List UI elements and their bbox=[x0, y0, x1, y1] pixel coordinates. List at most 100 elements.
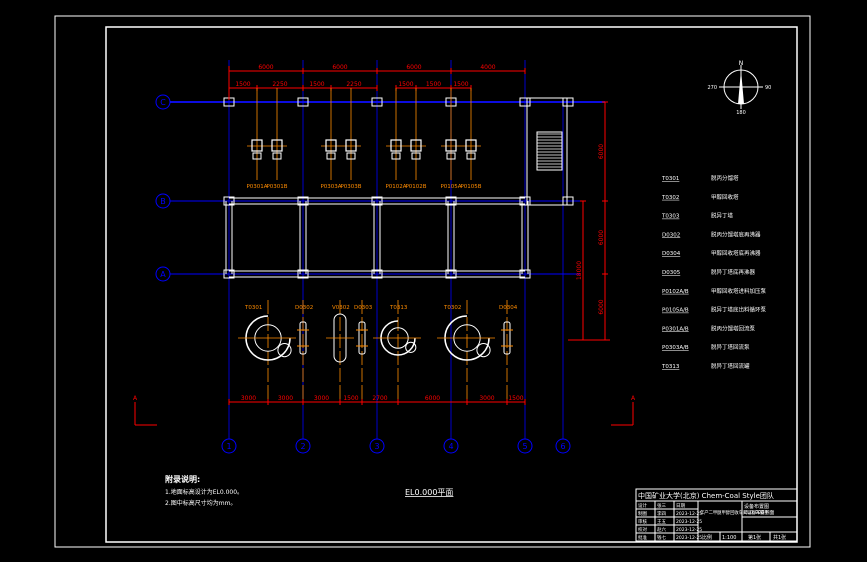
bottom-dimension-text: 1500 bbox=[508, 395, 523, 402]
title-block-cell: 赵六 bbox=[657, 526, 666, 533]
legend-code: D0305 bbox=[662, 270, 681, 276]
tower-nozzle bbox=[277, 343, 292, 358]
compass-west: 270 bbox=[707, 85, 717, 91]
legend-code: P0105A/B bbox=[662, 308, 689, 314]
pump-label: P0301A bbox=[246, 184, 267, 190]
axis-label: C bbox=[160, 98, 166, 107]
section-mark-right-label: A bbox=[631, 395, 636, 402]
legend-code: P0301A/B bbox=[662, 326, 689, 332]
outer-frame bbox=[54, 15, 811, 548]
axis-label: 2 bbox=[300, 442, 305, 451]
legend-description: 脱丙分馏塔 bbox=[711, 174, 739, 182]
axis-label: 6 bbox=[560, 442, 565, 451]
compass-east: 90 bbox=[765, 85, 771, 91]
legend-code: D0302 bbox=[662, 232, 680, 238]
title-block-cell: 2023-12-25 bbox=[676, 519, 702, 525]
bottom-dimension-text: 6000 bbox=[425, 395, 440, 402]
title-block-cell: 2023-12-25 bbox=[676, 535, 702, 541]
pump-label: P0102B bbox=[405, 184, 426, 190]
top-dimension-text: 6000 bbox=[258, 64, 273, 71]
legend-code: D0304 bbox=[662, 251, 681, 257]
top-dimension-text: 4000 bbox=[480, 64, 495, 71]
top-dimension-text: 6000 bbox=[332, 64, 347, 71]
bottom-dimension-text: 3000 bbox=[278, 395, 293, 402]
bottom-dimension-text: 3000 bbox=[241, 395, 256, 402]
title-block-drawing-name: 设备布置图 bbox=[744, 503, 769, 510]
legend-description: 脱异丁塔回流泵 bbox=[711, 343, 750, 351]
axis-label: 3 bbox=[374, 442, 379, 451]
legend-code: T0303 bbox=[661, 214, 680, 220]
legend-description: 脱丙分馏塔回流泵 bbox=[711, 324, 756, 332]
sheet-total: 共1张 bbox=[773, 534, 786, 541]
sub-dimension-text: 1500 bbox=[309, 81, 324, 88]
pump-label: P0105A bbox=[440, 184, 461, 190]
equipment-label: T0313 bbox=[389, 305, 408, 311]
axis-label: 4 bbox=[448, 442, 453, 451]
bottom-dimension-text: 2700 bbox=[372, 395, 387, 402]
pump-label: P0303A bbox=[320, 184, 341, 190]
note-line: 1.地面标高设计为EL0.000。 bbox=[165, 488, 243, 496]
title-block-school: 中国矿业大学(北京) Chem-Coal Style团队 bbox=[638, 491, 774, 500]
title-block-cell: 制图 bbox=[638, 510, 647, 517]
legend-description: 脱异丁塔底再沸器 bbox=[711, 268, 756, 276]
right-dimension-text: 6000 bbox=[598, 299, 605, 314]
sub-dimension-text: 1500 bbox=[235, 81, 250, 88]
legend-description: 脱丙分馏塔底再沸器 bbox=[711, 230, 761, 238]
title-block-cell: 2023-12-25 bbox=[676, 511, 702, 517]
right-dimension-text: 6000 bbox=[598, 144, 605, 159]
drawing-title: EL0.000平面 bbox=[405, 488, 453, 497]
legend-description: 甲醇回收塔底再沸器 bbox=[711, 249, 761, 257]
top-dimension-text: 6000 bbox=[406, 64, 421, 71]
compass-south: 180 bbox=[736, 110, 746, 116]
axis-label: 1 bbox=[226, 442, 231, 451]
equipment-label: D0303 bbox=[354, 305, 373, 311]
sub-dimension-text: 2250 bbox=[272, 81, 287, 88]
pump-label: P0303B bbox=[340, 184, 361, 190]
title-block-cell: 日期 bbox=[676, 503, 685, 509]
title-block-cell: 张三 bbox=[657, 502, 666, 509]
compass-north: N bbox=[739, 60, 744, 67]
title-block-cell: 钱七 bbox=[657, 534, 666, 541]
bottom-dimension-text: 3000 bbox=[479, 395, 494, 402]
title-block-cell: 设计 bbox=[638, 502, 647, 509]
tower-nozzle bbox=[476, 343, 491, 358]
axis-label: A bbox=[160, 270, 166, 279]
title-block-cell: 批准 bbox=[638, 534, 647, 541]
legend-code: T0313 bbox=[661, 364, 680, 370]
title-block-cell: 2023-12-25 bbox=[676, 527, 702, 533]
legend-code: T0301 bbox=[661, 176, 679, 182]
equipment-label: T0301 bbox=[244, 305, 262, 311]
title-block-cell: 李四 bbox=[657, 510, 666, 517]
right-dimension-text: 6000 bbox=[598, 230, 605, 245]
section-mark-left-label: A bbox=[133, 395, 138, 402]
legend-code: T0302 bbox=[661, 195, 679, 201]
sheet-number: 第1张 bbox=[748, 534, 761, 541]
total-dimension-text: 18000 bbox=[576, 261, 583, 280]
inner-frame bbox=[105, 26, 798, 543]
sub-dimension-text: 1500 bbox=[398, 81, 413, 88]
tower-nozzle bbox=[405, 341, 417, 353]
sub-dimension-text: 1500 bbox=[426, 81, 441, 88]
pump-label: P0102A bbox=[385, 184, 406, 190]
equipment-label: D0302 bbox=[295, 305, 313, 311]
title-block: 中国矿业大学(北京) Chem-Coal Style团队 年产二甲醚甲醇回收车间… bbox=[635, 488, 798, 542]
title-block-cell: 校对 bbox=[638, 526, 647, 533]
note-line: 2.图中标高尺寸均为mm。 bbox=[165, 499, 236, 507]
scale-value: 1:100 bbox=[722, 535, 736, 541]
stair-outline bbox=[526, 97, 568, 206]
sub-dimension-text: 1500 bbox=[453, 81, 468, 88]
bottom-dimension-text: 1500 bbox=[343, 395, 358, 402]
equipment-label: T0302 bbox=[443, 305, 461, 311]
axis-label: B bbox=[160, 197, 166, 206]
title-block-cell: 审核 bbox=[638, 518, 647, 525]
legend-description: 甲醇回收塔进料加压泵 bbox=[711, 287, 767, 295]
bottom-dimension-text: 3000 bbox=[314, 395, 329, 402]
notes-heading: 附录说明: bbox=[165, 474, 200, 484]
legend-description: 脱异丁塔底出料循环泵 bbox=[711, 306, 767, 314]
cad-drawing-canvas[interactable]: C B A 1 2 3 4 5 6 6000 6000 6000 4000 1500 2250 1500 225… bbox=[0, 0, 867, 562]
pump-label: P0301B bbox=[266, 184, 287, 190]
legend-code: P0102A/B bbox=[662, 289, 689, 295]
sub-dimension-text: 2250 bbox=[346, 81, 361, 88]
equipment-label: D0304 bbox=[499, 305, 518, 311]
axis-label: 5 bbox=[522, 442, 527, 451]
